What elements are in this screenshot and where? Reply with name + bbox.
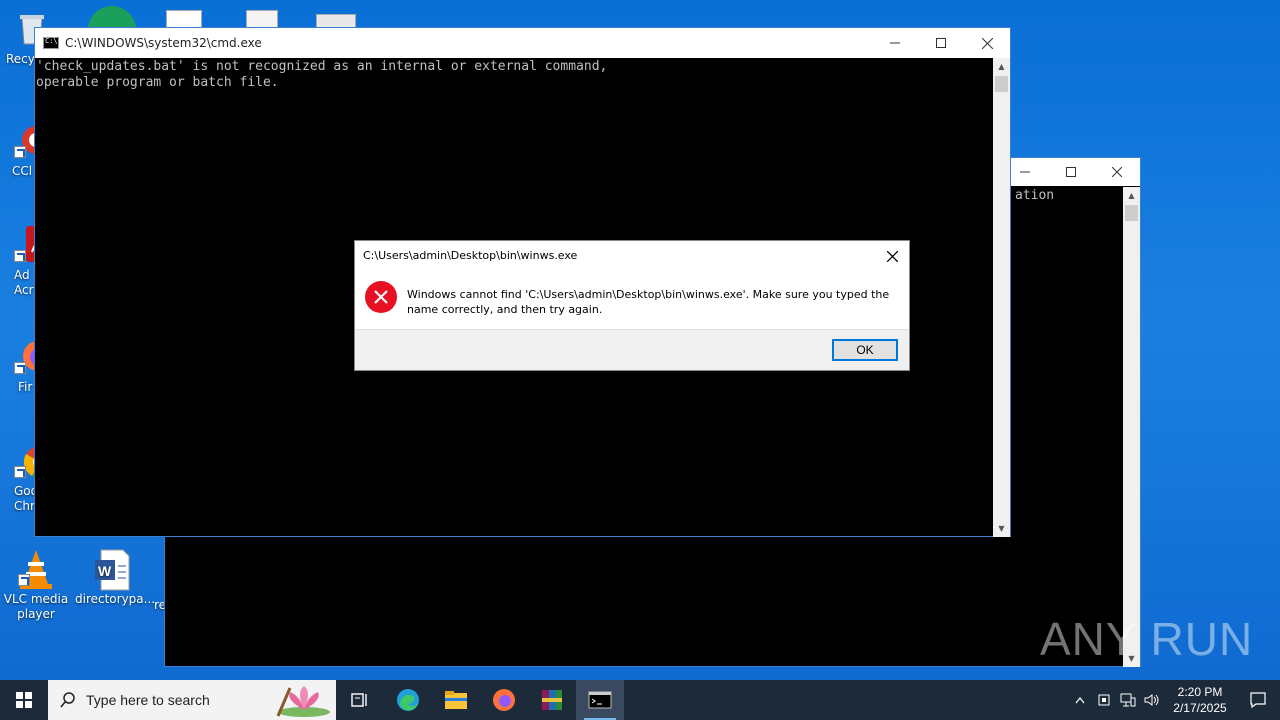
dialog-close-button[interactable] [881,245,903,267]
taskbar-clock[interactable]: 2:20 PM 2/17/2025 [1164,684,1236,716]
scroll-thumb[interactable] [1125,205,1138,221]
notifications-button[interactable] [1236,680,1280,720]
console-output-background: ation [1015,188,1055,203]
search-icon [60,692,75,708]
taskbar-edge-button[interactable] [384,680,432,720]
shortcut-arrow-icon [14,362,26,374]
taskbar-file-explorer-button[interactable] [432,680,480,720]
task-view-icon [351,693,367,707]
scroll-down-arrow-icon[interactable]: ▼ [993,520,1010,537]
desktop-icon-label: VLC media player [3,592,69,621]
maximize-icon [1066,167,1076,177]
desktop-icon-label: Ad Acr [14,268,34,297]
shortcut-arrow-icon [14,146,26,158]
clock-date: 2/17/2025 [1173,701,1227,715]
dialog-footer: OK [355,329,909,370]
tray-device-button[interactable] [1092,680,1116,720]
clock-time: 2:20 PM [1177,685,1223,699]
desktop-icon-top-edge-3[interactable] [246,10,278,28]
cmd-window-titlebar[interactable]: C:\WINDOWS\system32\cmd.exe [35,28,1010,58]
edge-browser-icon [397,689,419,711]
dialog-title: C:\Users\admin\Desktop\bin\winws.exe [363,249,578,262]
close-icon [1112,167,1122,177]
desktop-icon-word-document[interactable]: W directorypa... [75,548,156,607]
console-output: 'check_updates.bat' is not recognized as… [36,59,608,90]
desktop-icon-vlc[interactable]: VLC media player [0,548,72,622]
firefox-icon [493,689,515,711]
vlc-cone-icon [16,548,56,589]
close-icon [886,250,898,262]
search-placeholder: Type here to search [86,692,210,708]
taskbar: Type here to search 2:20 PM 2/17/2025 [0,680,1280,720]
network-button[interactable] [1116,680,1140,720]
windows-logo-icon [16,692,32,708]
folder-icon [445,691,467,709]
desktop-icon-label: directorypa... [75,592,156,606]
show-hidden-icons-button[interactable] [1068,680,1092,720]
start-button[interactable] [0,680,48,720]
anyrun-watermark: ANY RUN [1040,613,1254,665]
desktop-icon-top-edge-4[interactable] [316,14,356,28]
command-prompt-icon [588,691,612,709]
shortcut-arrow-icon [14,466,26,478]
minimize-icon [890,42,900,44]
task-view-button[interactable] [336,680,384,720]
system-tray: 2:20 PM 2/17/2025 [1068,680,1280,720]
close-button[interactable] [1094,158,1140,186]
device-icon [1098,694,1110,706]
desktop-icon-label: Goo Chr [14,484,38,513]
close-button[interactable] [964,28,1010,58]
notification-icon [1250,692,1266,708]
speaker-icon [1144,694,1159,706]
cmd-icon [43,37,59,49]
minimize-icon [1020,171,1030,173]
desktop-icon-top-edge-2[interactable] [166,10,202,28]
scroll-thumb[interactable] [995,76,1008,92]
vertical-scrollbar[interactable]: ▲ ▼ [1123,187,1140,667]
volume-button[interactable] [1140,680,1164,720]
minimize-button[interactable] [872,28,918,58]
taskbar-search-box[interactable]: Type here to search [48,680,336,720]
ok-button[interactable]: OK [832,339,898,361]
window-title: C:\WINDOWS\system32\cmd.exe [65,36,262,50]
word-document-icon: W [91,548,131,591]
taskbar-cmd-button[interactable] [576,680,624,720]
maximize-button[interactable] [918,28,964,58]
error-icon [365,281,397,313]
dialog-message: Windows cannot find 'C:\Users\admin\Desk… [407,288,890,316]
chevron-up-icon [1075,696,1085,704]
shortcut-arrow-icon [18,574,30,586]
shortcut-arrow-icon [14,250,26,262]
search-highlight-lotus-icon [276,686,330,717]
taskbar-firefox-button[interactable] [480,680,528,720]
close-icon [981,37,993,49]
scroll-up-arrow-icon[interactable]: ▲ [1123,187,1140,204]
network-icon [1120,693,1136,707]
vertical-scrollbar[interactable]: ▲ ▼ [993,58,1010,537]
scroll-up-arrow-icon[interactable]: ▲ [993,58,1010,75]
error-dialog: C:\Users\admin\Desktop\bin\winws.exe Win… [354,240,910,371]
svg-text:W: W [98,563,112,579]
maximize-icon [936,38,946,48]
taskbar-winrar-button[interactable] [528,680,576,720]
maximize-button[interactable] [1048,158,1094,186]
winrar-icon [542,690,562,710]
